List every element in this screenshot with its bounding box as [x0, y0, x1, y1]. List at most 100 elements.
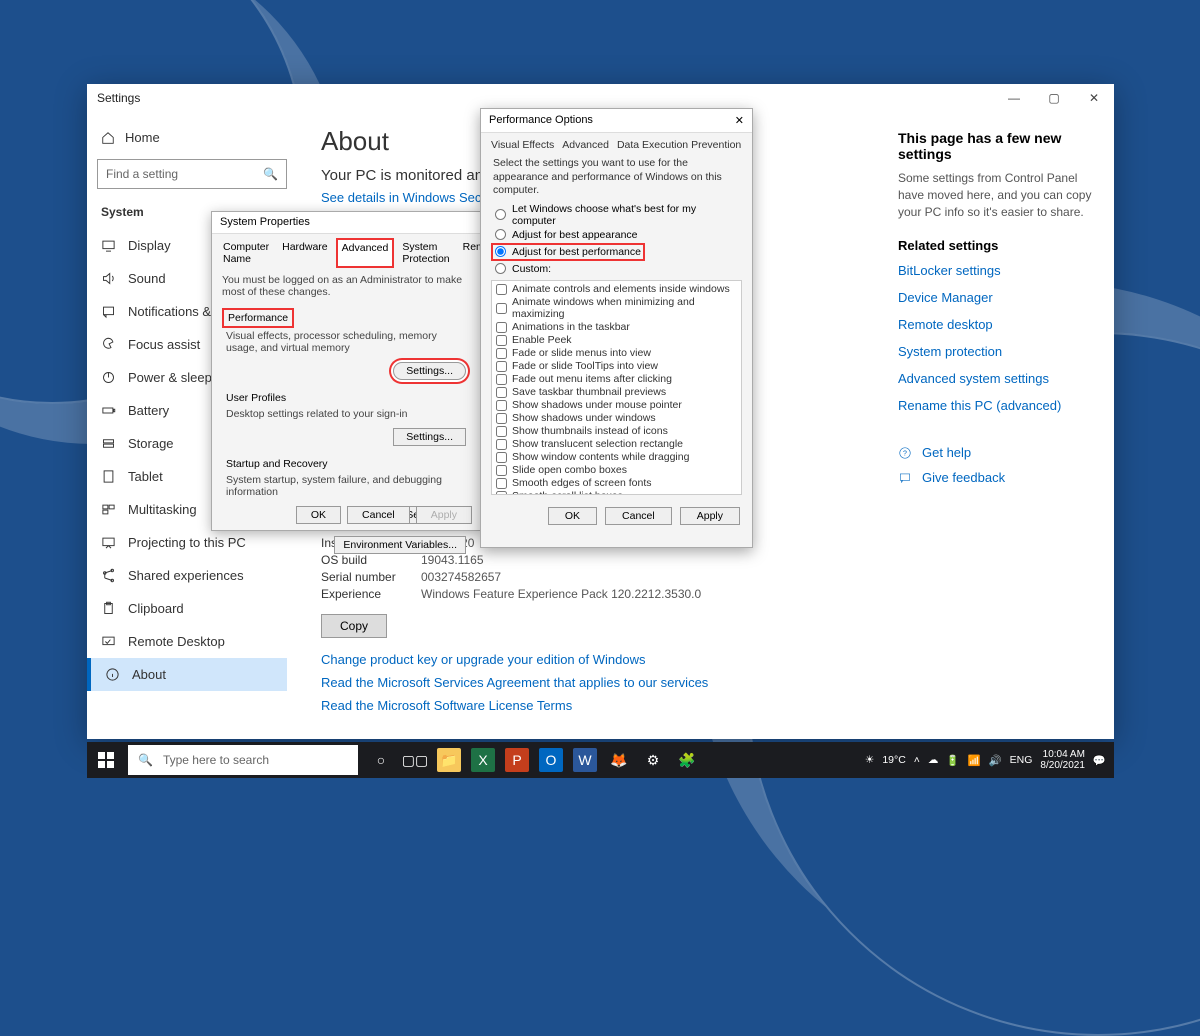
ok-button[interactable]: OK — [548, 507, 597, 525]
link-rename-pc[interactable]: Rename this PC (advanced) — [898, 398, 1100, 413]
tab-system-protection[interactable]: System Protection — [397, 238, 454, 268]
tab-advanced[interactable]: Advanced — [336, 238, 395, 268]
excel-icon[interactable]: X — [471, 748, 495, 772]
visual-effect-checkbox[interactable]: Show thumbnails instead of icons — [496, 425, 737, 438]
radio-label: Adjust for best appearance — [512, 229, 638, 241]
settings-icon[interactable]: ⚙ — [641, 748, 665, 772]
home-label: Home — [125, 130, 160, 145]
security-link[interactable]: See details in Windows Security — [321, 190, 506, 205]
change-product-key-link[interactable]: Change product key or upgrade your editi… — [321, 652, 645, 667]
minimize-button[interactable]: — — [994, 84, 1034, 112]
word-icon[interactable]: W — [573, 748, 597, 772]
radio-custom[interactable]: Custom: — [481, 262, 752, 276]
tab-advanced[interactable]: Advanced — [562, 139, 609, 151]
battery-icon[interactable]: 🔋 — [946, 754, 959, 767]
cancel-button[interactable]: Cancel — [347, 506, 410, 524]
clock-time: 10:04 AM — [1040, 749, 1085, 760]
task-view-icon[interactable]: ▢▢ — [403, 748, 427, 772]
taskbar-search[interactable]: 🔍 Type here to search — [128, 745, 358, 775]
license-terms-link[interactable]: Read the Microsoft Software License Term… — [321, 698, 572, 713]
help-icon: ? — [898, 446, 912, 460]
visual-effect-checkbox[interactable]: Smooth edges of screen fonts — [496, 477, 737, 490]
visual-effect-checkbox[interactable]: Show translucent selection rectangle — [496, 438, 737, 451]
radio-best-performance[interactable]: Adjust for best performance — [491, 243, 645, 261]
volume-icon[interactable]: 🔊 — [989, 754, 1002, 767]
visual-effect-checkbox[interactable]: Slide open combo boxes — [496, 464, 737, 477]
link-remote-desktop[interactable]: Remote desktop — [898, 317, 1100, 332]
user-profiles-settings-button[interactable]: Settings... — [393, 428, 466, 446]
apply-button[interactable]: Apply — [680, 507, 740, 525]
search-input[interactable]: Find a setting 🔍 — [97, 159, 287, 189]
clock[interactable]: 10:04 AM 8/20/2021 — [1040, 749, 1085, 771]
link-device-manager[interactable]: Device Manager — [898, 290, 1100, 305]
visual-effect-checkbox[interactable]: Show shadows under windows — [496, 412, 737, 425]
link-system-protection[interactable]: System protection — [898, 344, 1100, 359]
visual-effect-checkbox[interactable]: Fade out menu items after clicking — [496, 373, 737, 386]
help-label: Get help — [922, 445, 971, 460]
sidebar-home[interactable]: Home — [97, 122, 287, 153]
get-help-link[interactable]: ? Get help — [898, 445, 1100, 460]
weather-icon[interactable]: ☀ — [865, 754, 874, 766]
notifications-icon[interactable]: 💬 — [1093, 754, 1106, 767]
startup-recovery-heading: Startup and Recovery — [222, 456, 470, 472]
cancel-button[interactable]: Cancel — [605, 507, 672, 525]
services-agreement-link[interactable]: Read the Microsoft Services Agreement th… — [321, 675, 708, 690]
copy-button[interactable]: Copy — [321, 614, 387, 638]
visual-effect-checkbox[interactable]: Fade or slide ToolTips into view — [496, 360, 737, 373]
sidebar-item-remote-desktop[interactable]: Remote Desktop — [97, 625, 287, 658]
sidebar-item-label: Display — [128, 238, 171, 253]
visual-effect-checkbox[interactable]: Fade or slide menus into view — [496, 347, 737, 360]
performance-desc: Visual effects, processor scheduling, me… — [212, 328, 480, 360]
visual-effect-checkbox[interactable]: Animate windows when minimizing and maxi… — [496, 296, 737, 321]
link-bitlocker[interactable]: BitLocker settings — [898, 263, 1100, 278]
visual-effect-checkbox[interactable]: Show shadows under mouse pointer — [496, 399, 737, 412]
sidebar-item-label: About — [132, 667, 166, 682]
visual-effect-checkbox[interactable]: Show window contents while dragging — [496, 451, 737, 464]
sidebar-item-about[interactable]: About — [87, 658, 287, 691]
powerpoint-icon[interactable]: P — [505, 748, 529, 772]
radio-best-appearance[interactable]: Adjust for best appearance — [481, 228, 752, 242]
tab-computer-name[interactable]: Computer Name — [218, 238, 274, 268]
app-icon[interactable]: 🧩 — [675, 748, 699, 772]
checkbox-label: Show shadows under mouse pointer — [512, 399, 682, 411]
language-indicator[interactable]: ENG — [1010, 754, 1033, 766]
visual-effect-checkbox[interactable]: Smooth-scroll list boxes — [496, 490, 737, 495]
weather-temp[interactable]: 19°C — [882, 754, 905, 766]
performance-settings-button[interactable]: Settings... — [393, 362, 466, 380]
link-advanced-system-settings[interactable]: Advanced system settings — [898, 371, 1100, 386]
file-explorer-icon[interactable]: 📁 — [437, 748, 461, 772]
spec-row: Serial number003274582657 — [321, 570, 860, 584]
onedrive-icon[interactable]: ☁ — [928, 754, 939, 766]
visual-effect-checkbox[interactable]: Animations in the taskbar — [496, 321, 737, 334]
close-button[interactable]: ✕ — [1074, 84, 1114, 112]
visual-effect-checkbox[interactable]: Enable Peek — [496, 334, 737, 347]
checkbox-label: Smooth edges of screen fonts — [512, 477, 652, 489]
apply-button[interactable]: Apply — [416, 506, 472, 524]
sidebar-item-shared-experiences[interactable]: Shared experiences — [97, 559, 287, 592]
search-placeholder: Type here to search — [163, 753, 269, 767]
start-button[interactable] — [87, 742, 125, 778]
search-icon: 🔍 — [263, 167, 278, 181]
cortana-icon[interactable]: ○ — [369, 748, 393, 772]
visual-effect-checkbox[interactable]: Animate controls and elements inside win… — [496, 283, 737, 296]
radio-let-windows-choose[interactable]: Let Windows choose what's best for my co… — [481, 202, 752, 228]
system-properties-dialog: System Properties Computer Name Hardware… — [211, 211, 481, 531]
tab-dep[interactable]: Data Execution Prevention — [617, 139, 741, 151]
tab-hardware[interactable]: Hardware — [277, 238, 333, 268]
firefox-icon[interactable]: 🦊 — [607, 748, 631, 772]
wifi-icon[interactable]: 📶 — [968, 754, 981, 767]
visual-effect-checkbox[interactable]: Save taskbar thumbnail previews — [496, 386, 737, 399]
environment-variables-button[interactable]: Environment Variables... — [334, 536, 466, 554]
close-icon[interactable]: ✕ — [735, 114, 744, 127]
tab-visual-effects[interactable]: Visual Effects — [491, 139, 554, 151]
display-icon — [101, 238, 116, 253]
sidebar-item-clipboard[interactable]: Clipboard — [97, 592, 287, 625]
maximize-button[interactable]: ▢ — [1034, 84, 1074, 112]
visual-effects-list[interactable]: Animate controls and elements inside win… — [491, 280, 742, 495]
tray-chevron-icon[interactable]: ˄ — [914, 754, 920, 766]
outlook-icon[interactable]: O — [539, 748, 563, 772]
spec-value: 003274582657 — [421, 570, 501, 584]
sidebar-item-label: Focus assist — [128, 337, 200, 352]
give-feedback-link[interactable]: Give feedback — [898, 470, 1100, 485]
ok-button[interactable]: OK — [296, 506, 341, 524]
